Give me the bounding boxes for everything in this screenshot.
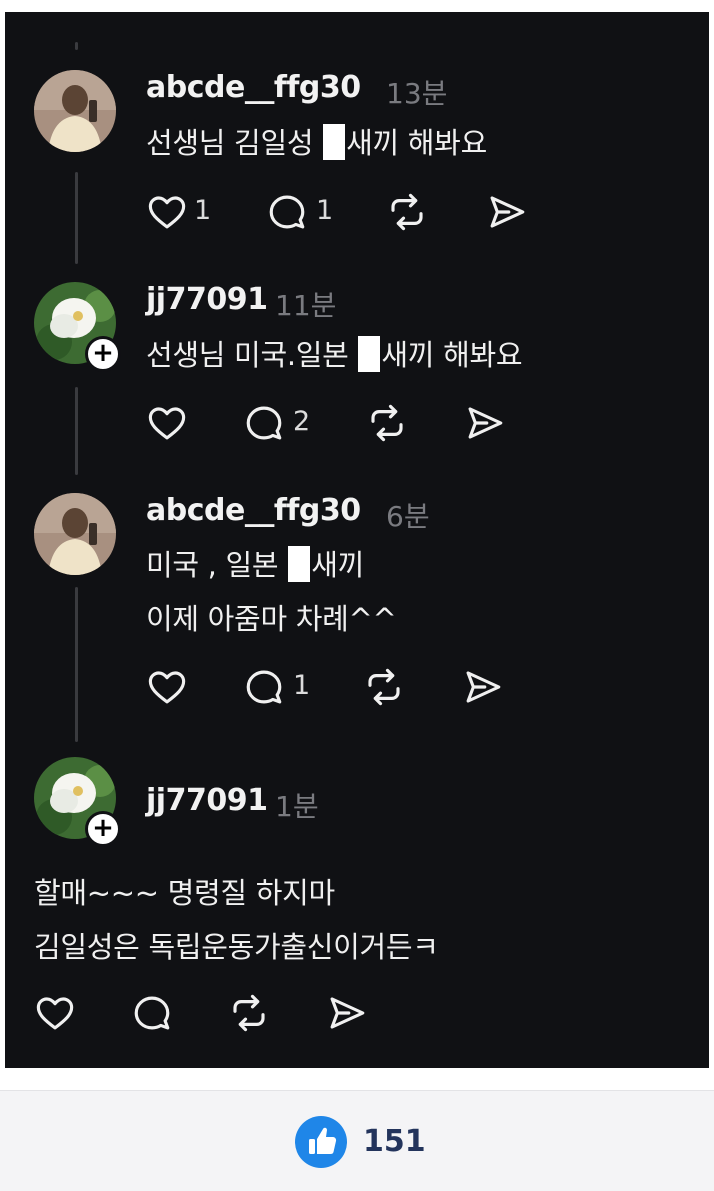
- comment-text-part: 새끼 해봐요: [381, 338, 523, 372]
- thread-connector: [75, 42, 78, 50]
- censor-block: [288, 546, 311, 582]
- thumbs-up-button[interactable]: [295, 1116, 347, 1168]
- comment-text: 미국 , 일본 새끼: [146, 542, 364, 584]
- like-button[interactable]: 1: [146, 187, 216, 235]
- avatar-photo-icon: [34, 70, 116, 152]
- action-bar: 2: [146, 398, 546, 448]
- repost-button[interactable]: [228, 988, 276, 1036]
- share-button[interactable]: [464, 398, 512, 446]
- action-bar: 1: [146, 662, 546, 712]
- timestamp: 13분: [386, 77, 448, 110]
- reply-button[interactable]: [131, 988, 179, 1036]
- timestamp: 6분: [386, 500, 430, 533]
- like-count: 1: [194, 195, 212, 226]
- thread-connector: [75, 387, 78, 475]
- follow-plus-icon[interactable]: +: [85, 811, 121, 847]
- timestamp: 1분: [275, 790, 319, 823]
- thread-connector: [75, 172, 78, 264]
- comment-text-part: 새끼 해봐요: [346, 126, 487, 160]
- repost-button[interactable]: [386, 187, 434, 235]
- timestamp: 11분: [275, 289, 337, 322]
- comment-text-line: 할매~~~ 명령질 하지마: [34, 876, 335, 910]
- like-button[interactable]: [34, 988, 82, 1036]
- repost-icon: [391, 193, 423, 231]
- comment-text-part: 새끼: [311, 548, 364, 582]
- repost-icon: [371, 404, 403, 442]
- follow-plus-icon[interactable]: +: [85, 336, 121, 372]
- share-button[interactable]: [326, 988, 374, 1036]
- repost-button[interactable]: [363, 662, 411, 710]
- repost-icon: [233, 994, 265, 1032]
- action-bar: [34, 988, 434, 1038]
- share-button[interactable]: [486, 187, 534, 235]
- reaction-bar: 151: [0, 1090, 714, 1191]
- send-icon: [466, 671, 501, 703]
- reply-count: 1: [316, 195, 334, 226]
- thumbs-up-icon: [309, 1127, 337, 1154]
- comment-bubble-icon: [269, 195, 305, 229]
- comment-bubble-icon: [134, 996, 170, 1030]
- thread-connector: [75, 587, 78, 742]
- comment-text-part: 선생님 김일성: [146, 126, 323, 160]
- comment-text: 선생님 미국.일본 새끼 해봐요: [146, 332, 523, 374]
- send-icon: [490, 196, 525, 228]
- share-button[interactable]: [462, 662, 510, 710]
- censor-block: [358, 336, 381, 372]
- username[interactable]: jj77091: [146, 282, 268, 317]
- heart-icon: [148, 671, 186, 704]
- like-button[interactable]: [146, 662, 194, 710]
- heart-icon: [148, 196, 186, 229]
- comment-text-part: 미국 , 일본: [146, 548, 288, 582]
- like-button[interactable]: [146, 398, 194, 446]
- heart-icon: [36, 997, 74, 1030]
- thread-panel: abcde__ffg30 13분 선생님 김일성 새끼 해봐요 1 1 + jj…: [5, 12, 709, 1068]
- comment-text: 선생님 김일성 새끼 해봐요: [146, 120, 487, 162]
- username[interactable]: abcde__ffg30: [146, 70, 361, 105]
- reply-count: 1: [293, 670, 311, 701]
- reply-button[interactable]: 1: [266, 187, 336, 235]
- comment-bubble-icon: [246, 406, 282, 440]
- action-bar: 1 1: [146, 187, 546, 237]
- censor-block: [323, 124, 346, 160]
- send-icon: [330, 997, 365, 1029]
- repost-button[interactable]: [366, 398, 414, 446]
- repost-icon: [368, 668, 400, 706]
- username[interactable]: jj77091: [146, 783, 268, 818]
- comment-bubble-icon: [246, 670, 282, 704]
- reply-button[interactable]: 1: [243, 662, 323, 710]
- comment-text-line: 이제 아줌마 차례^^: [146, 602, 397, 636]
- send-icon: [468, 407, 503, 439]
- comment-text-line: 김일성은 독립운동가출신이거든ㅋ: [34, 930, 439, 964]
- reply-count: 2: [293, 406, 311, 437]
- reply-button[interactable]: 2: [243, 398, 323, 446]
- heart-icon: [148, 407, 186, 440]
- username[interactable]: abcde__ffg30: [146, 493, 361, 528]
- avatar[interactable]: [34, 493, 116, 575]
- avatar-photo-icon: [34, 493, 116, 575]
- avatar[interactable]: [34, 70, 116, 152]
- like-total: 151: [363, 1124, 426, 1159]
- comment-text-part: 선생님 미국.일본: [146, 338, 358, 372]
